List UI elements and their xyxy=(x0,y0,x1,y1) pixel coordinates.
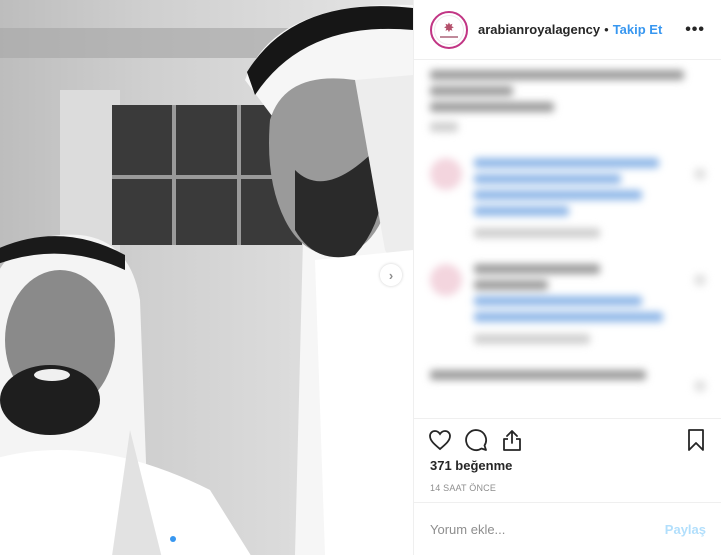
list-item xyxy=(430,70,706,138)
photo-person-left xyxy=(0,234,251,555)
header-separator: • xyxy=(604,22,609,37)
comment-icon xyxy=(465,428,487,451)
list-item xyxy=(430,264,706,350)
more-options-icon[interactable]: ••• xyxy=(685,21,705,39)
list-item xyxy=(430,370,706,392)
post-actions xyxy=(414,418,721,460)
save-button[interactable] xyxy=(684,428,708,452)
post-header: ✸ arabianroyalagency • Takip Et ••• xyxy=(414,0,721,60)
username-link[interactable]: arabianroyalagency xyxy=(478,22,600,37)
comment-button[interactable] xyxy=(464,428,488,452)
post-photo[interactable]: › xyxy=(0,0,413,555)
carousel-dot xyxy=(180,536,186,542)
comment-form: Paylaş xyxy=(414,502,721,555)
post-side-panel: ✸ arabianroyalagency • Takip Et ••• 371 … xyxy=(413,0,721,555)
likes-count[interactable]: 371 beğenme xyxy=(430,458,512,473)
share-icon xyxy=(503,429,521,451)
carousel-dots xyxy=(170,536,206,542)
share-button[interactable] xyxy=(500,428,524,452)
post-comment-button[interactable]: Paylaş xyxy=(665,522,706,537)
chevron-right-icon: › xyxy=(388,267,394,283)
bookmark-icon xyxy=(688,428,704,451)
comment-input[interactable] xyxy=(430,521,665,537)
carousel-next-button[interactable]: › xyxy=(380,264,402,286)
list-item xyxy=(430,158,706,244)
carousel-dot xyxy=(200,536,206,542)
comments-list[interactable] xyxy=(414,60,721,416)
avatar-logo: ✸ xyxy=(434,14,464,45)
heart-icon xyxy=(429,429,451,450)
avatar[interactable]: ✸ xyxy=(430,10,468,49)
like-button[interactable] xyxy=(428,428,452,452)
carousel-dot xyxy=(170,536,176,542)
post-timestamp[interactable]: 14 SAAT ÖNCE xyxy=(430,483,496,493)
follow-button[interactable]: Takip Et xyxy=(613,22,663,37)
logo-icon: ✸ xyxy=(443,19,455,35)
carousel-dot xyxy=(190,536,196,542)
